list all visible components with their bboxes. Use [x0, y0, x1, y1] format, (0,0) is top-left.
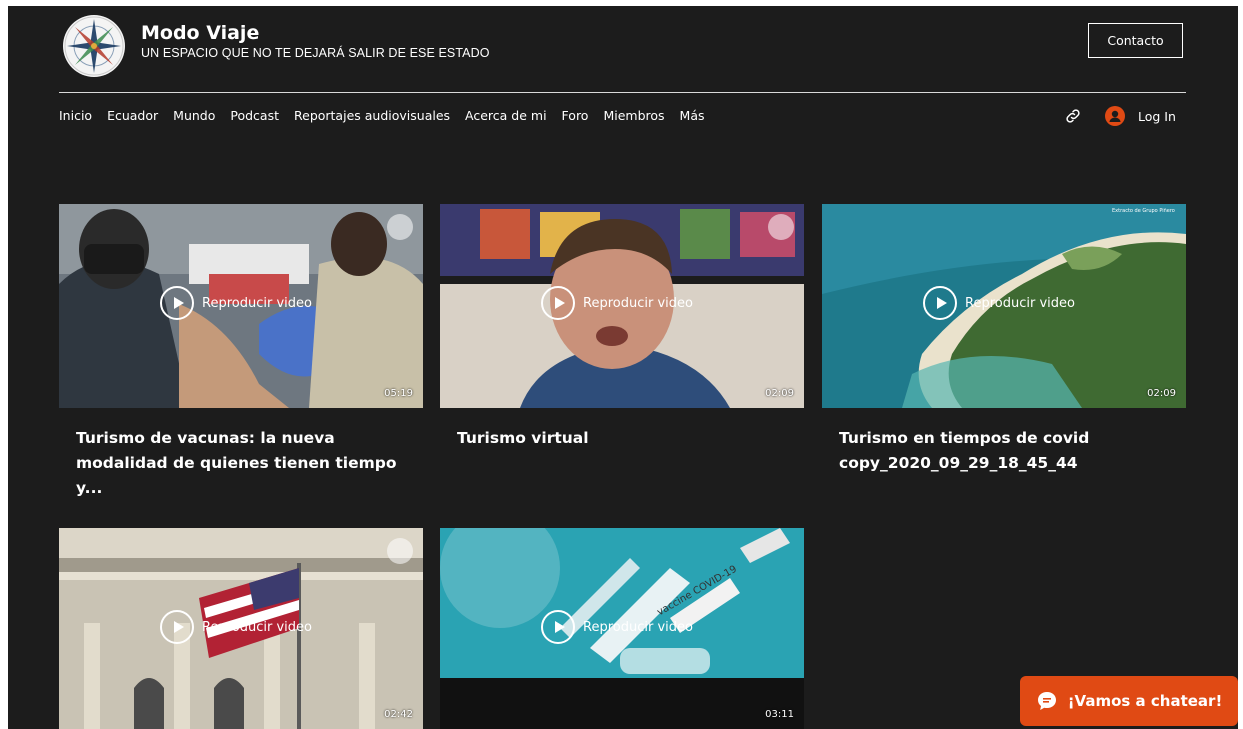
- nav-item-mas[interactable]: Más: [680, 108, 705, 123]
- nav-item-miembros[interactable]: Miembros: [603, 108, 664, 123]
- video-duration: 05:19: [384, 388, 413, 399]
- play-icon: [541, 610, 575, 644]
- channel-logo-icon: [387, 538, 413, 564]
- chat-label: ¡Vamos a chatear!: [1067, 692, 1223, 710]
- play-video-label: Reproducir video: [202, 295, 312, 311]
- play-video-label: Reproducir video: [583, 295, 693, 311]
- chat-bubble-icon: [1037, 692, 1056, 710]
- channel-logo-icon: [387, 214, 413, 240]
- video-card[interactable]: Reproducir video 05:19 Turismo de vacuna…: [59, 204, 423, 501]
- compass-logo-icon[interactable]: [63, 15, 125, 77]
- video-thumbnail[interactable]: Reproducir video 02:42: [59, 528, 423, 729]
- video-duration: 02:09: [765, 388, 794, 399]
- nav-item-acerca[interactable]: Acerca de mi: [465, 108, 547, 123]
- header-divider: [59, 92, 1186, 93]
- video-title[interactable]: Turismo de vacunas: la nueva modalidad d…: [59, 426, 423, 501]
- video-duration: 03:11: [765, 709, 794, 720]
- video-thumbnail[interactable]: Reproducir video 02:09: [440, 204, 804, 408]
- chat-button[interactable]: ¡Vamos a chatear!: [1020, 676, 1238, 726]
- video-card[interactable]: vaccine COVID-19 Reproducir video 03:11: [440, 528, 804, 729]
- video-thumbnail[interactable]: Extracto de Grupo Piñero Reproducir vide…: [822, 204, 1186, 408]
- video-thumbnail[interactable]: Reproducir video 05:19: [59, 204, 423, 408]
- play-video-label: Reproducir video: [965, 295, 1075, 311]
- play-icon: [160, 286, 194, 320]
- video-duration: 02:42: [384, 709, 413, 720]
- play-icon: [541, 286, 575, 320]
- video-card[interactable]: Reproducir video 02:42: [59, 528, 423, 729]
- nav-item-foro[interactable]: Foro: [562, 108, 589, 123]
- login-link[interactable]: Log In: [1138, 109, 1176, 124]
- video-card[interactable]: Extracto de Grupo Piñero Reproducir vide…: [822, 204, 1186, 476]
- channel-logo-icon: [768, 214, 794, 240]
- video-title[interactable]: Turismo virtual: [440, 426, 804, 451]
- play-video-button[interactable]: Reproducir video: [541, 610, 693, 644]
- thumbnail-watermark: Extracto de Grupo Piñero: [1112, 208, 1175, 214]
- nav-item-podcast[interactable]: Podcast: [230, 108, 279, 123]
- play-video-button[interactable]: Reproducir video: [923, 286, 1075, 320]
- play-video-button[interactable]: Reproducir video: [160, 610, 312, 644]
- contact-button[interactable]: Contacto: [1088, 23, 1183, 58]
- nav-item-mundo[interactable]: Mundo: [173, 108, 215, 123]
- play-video-button[interactable]: Reproducir video: [541, 286, 693, 320]
- play-video-label: Reproducir video: [202, 619, 312, 635]
- main-nav: Inicio Ecuador Mundo Podcast Reportajes …: [59, 108, 705, 123]
- site-subtitle: UN ESPACIO QUE NO TE DEJARÁ SALIR DE ESE…: [141, 46, 490, 60]
- video-duration: 02:09: [1147, 388, 1176, 399]
- nav-item-ecuador[interactable]: Ecuador: [107, 108, 158, 123]
- site-title[interactable]: Modo Viaje: [141, 22, 259, 44]
- nav-item-inicio[interactable]: Inicio: [59, 108, 92, 123]
- video-card[interactable]: Reproducir video 02:09 Turismo virtual: [440, 204, 804, 451]
- video-title[interactable]: Turismo en tiempos de covid copy_2020_09…: [822, 426, 1186, 476]
- play-video-button[interactable]: Reproducir video: [160, 286, 312, 320]
- play-icon: [160, 610, 194, 644]
- site-frame: Modo Viaje UN ESPACIO QUE NO TE DEJARÁ S…: [8, 6, 1238, 729]
- link-icon[interactable]: [1064, 107, 1082, 125]
- play-icon: [923, 286, 957, 320]
- play-video-label: Reproducir video: [583, 619, 693, 635]
- video-thumbnail[interactable]: vaccine COVID-19 Reproducir video 03:11: [440, 528, 804, 729]
- nav-item-reportajes[interactable]: Reportajes audiovisuales: [294, 108, 450, 123]
- user-avatar-icon[interactable]: [1105, 106, 1125, 126]
